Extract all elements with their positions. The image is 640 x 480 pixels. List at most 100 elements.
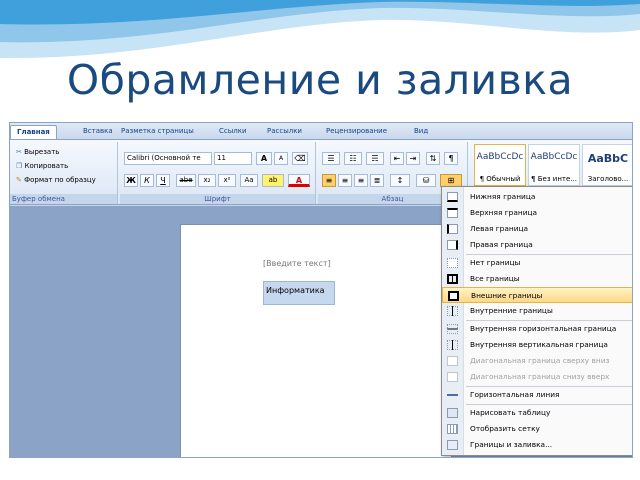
multilevel-list-button[interactable]: ☴: [366, 152, 384, 165]
change-case-button[interactable]: Aa: [240, 174, 258, 187]
bottom-border-icon: [447, 192, 458, 202]
menu-item-draw-table[interactable]: Нарисовать таблицу: [442, 405, 632, 421]
menu-item-diagonal-down-border: Диагональная граница сверху вниз: [442, 353, 632, 369]
menu-item-outside-borders[interactable]: Внешние границы: [442, 287, 632, 303]
menu-item-inside-horizontal-border[interactable]: Внутренняя горизонтальная граница: [442, 321, 632, 337]
align-right-button[interactable]: ≡: [354, 174, 368, 187]
clipboard-group-label: Буфер обмена: [10, 194, 117, 204]
align-center-button[interactable]: ≡: [338, 174, 352, 187]
word-screenshot: Главная Вставка Разметка страницы Ссылки…: [9, 122, 633, 458]
align-left-icon: ≡: [325, 176, 333, 185]
superscript-button[interactable]: x²: [218, 174, 236, 187]
diagonal-up-border-icon: [447, 372, 458, 382]
outdent-icon: ⇤: [393, 154, 401, 163]
shading-button[interactable]: ⛁: [416, 174, 436, 187]
tab-review[interactable]: Рецензирование: [326, 125, 387, 139]
justify-icon: ≣: [373, 176, 381, 185]
clipboard-group: ✂ Вырезать ❐ Копировать ✎ Формат по обра…: [10, 142, 118, 204]
line-spacing-icon: ↕: [396, 176, 404, 185]
bullet-list-icon: ☰: [327, 154, 335, 163]
font-group-label: Шрифт: [120, 194, 315, 204]
multilevel-list-icon: ☴: [371, 154, 379, 163]
copy-icon: ❐: [16, 162, 23, 170]
diagonal-down-border-icon: [447, 356, 458, 366]
numbering-button[interactable]: ☷: [344, 152, 362, 165]
tab-view[interactable]: Вид: [414, 125, 428, 139]
gridlines-icon: [447, 424, 458, 434]
borders-shading-icon: [447, 440, 458, 450]
menu-item-inside-borders[interactable]: Внутренние границы: [442, 303, 632, 319]
horizontal-line-icon: [447, 390, 458, 400]
tab-insert[interactable]: Вставка: [83, 125, 113, 139]
format-painter-button[interactable]: ✎ Формат по образцу: [16, 176, 96, 184]
font-size-select[interactable]: 11: [214, 152, 252, 165]
copy-button[interactable]: ❐ Копировать: [16, 162, 68, 170]
paintbrush-icon: ✎: [16, 176, 22, 184]
style-no-spacing[interactable]: AaBbCcDc ¶ Без инте...: [528, 144, 580, 186]
ribbon-tabs: Главная Вставка Разметка страницы Ссылки…: [10, 123, 632, 139]
pilcrow-icon: ¶: [448, 154, 454, 163]
menu-item-inside-vertical-border[interactable]: Внутренняя вертикальная граница: [442, 337, 632, 353]
italic-button[interactable]: К: [140, 174, 154, 187]
menu-item-no-border[interactable]: Нет границы: [442, 255, 632, 271]
text-placeholder[interactable]: [Введите текст]: [263, 259, 331, 268]
inside-vertical-border-icon: [447, 340, 458, 350]
bold-button[interactable]: Ж: [124, 174, 138, 187]
menu-item-top-border[interactable]: Верхняя граница: [442, 205, 632, 221]
increase-indent-button[interactable]: ⇥: [406, 152, 420, 165]
selected-text-block[interactable]: Информатика: [263, 281, 335, 305]
align-left-button[interactable]: ≡: [322, 174, 336, 187]
sort-icon: ⇅: [429, 154, 437, 163]
menu-item-diagonal-up-border: Диагональная граница снизу вверх: [442, 369, 632, 385]
all-borders-icon: [447, 274, 458, 284]
style-heading[interactable]: AaBbC Заголово...: [582, 144, 632, 186]
left-border-icon: [447, 224, 458, 234]
menu-item-bottom-border[interactable]: Нижняя граница: [442, 189, 632, 205]
numbered-list-icon: ☷: [349, 154, 357, 163]
subscript-button[interactable]: x₂: [198, 174, 216, 187]
font-family-select[interactable]: Calibri (Основной те: [124, 152, 212, 165]
tab-mailings[interactable]: Рассылки: [267, 125, 302, 139]
menu-item-view-gridlines[interactable]: Отобразить сетку: [442, 421, 632, 437]
underline-button[interactable]: Ч: [156, 174, 170, 187]
outside-borders-icon: [448, 291, 459, 301]
line-spacing-button[interactable]: ↕: [390, 174, 410, 187]
decrease-indent-button[interactable]: ⇤: [390, 152, 404, 165]
eraser-icon: ⌫: [294, 154, 306, 163]
menu-item-left-border[interactable]: Левая граница: [442, 221, 632, 237]
right-border-icon: [447, 240, 458, 250]
justify-button[interactable]: ≣: [370, 174, 384, 187]
border-grid-icon: ⊞: [447, 176, 455, 185]
no-border-icon: [447, 258, 458, 268]
document-page[interactable]: [Введите текст] Информатика: [180, 224, 452, 457]
tab-page-layout[interactable]: Разметка страницы: [121, 125, 194, 139]
inside-horizontal-border-icon: [447, 324, 458, 334]
paint-bucket-icon: ⛁: [422, 176, 430, 185]
top-border-icon: [447, 208, 458, 218]
highlight-button[interactable]: ab: [262, 174, 284, 187]
sort-button[interactable]: ⇅: [426, 152, 440, 165]
align-center-icon: ≡: [341, 176, 349, 185]
show-marks-button[interactable]: ¶: [444, 152, 458, 165]
font-color-button[interactable]: A: [288, 174, 310, 187]
align-right-icon: ≡: [357, 176, 365, 185]
menu-item-horizontal-line[interactable]: Горизонтальная линия: [442, 387, 632, 403]
strikethrough-button[interactable]: abe: [176, 174, 196, 187]
style-normal[interactable]: AaBbCcDc ¶ Обычный: [474, 144, 526, 186]
scissors-icon: ✂: [16, 148, 22, 156]
cut-button[interactable]: ✂ Вырезать: [16, 148, 59, 156]
slide-title: Обрамление и заливка: [66, 56, 574, 104]
menu-item-all-borders[interactable]: Все границы: [442, 271, 632, 287]
menu-item-borders-and-shading[interactable]: Границы и заливка...: [442, 437, 632, 453]
tab-home[interactable]: Главная: [10, 125, 57, 139]
grow-font-button[interactable]: A: [256, 152, 272, 165]
shrink-font-button[interactable]: A: [274, 152, 288, 165]
inside-borders-icon: [447, 306, 458, 316]
tab-references[interactable]: Ссылки: [219, 125, 247, 139]
borders-dropdown-menu: Нижняя граница Верхняя граница Левая гра…: [441, 186, 632, 456]
menu-item-right-border[interactable]: Правая граница: [442, 237, 632, 253]
bullets-button[interactable]: ☰: [322, 152, 340, 165]
pencil-table-icon: [447, 408, 458, 418]
clear-format-button[interactable]: ⌫: [292, 152, 308, 165]
indent-icon: ⇥: [409, 154, 417, 163]
